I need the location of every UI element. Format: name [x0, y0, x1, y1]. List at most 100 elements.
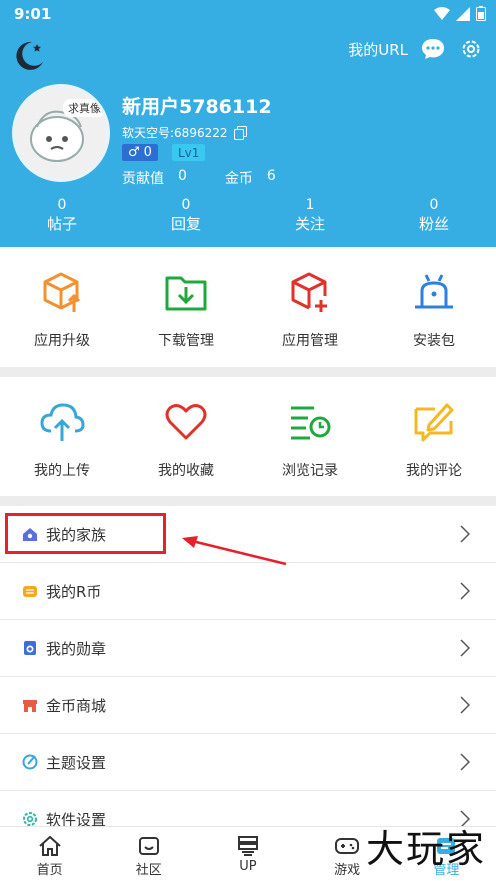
stat-num: 0	[181, 197, 191, 213]
android-icon	[410, 268, 458, 316]
settings-gear-icon[interactable]	[458, 36, 484, 62]
tab-up[interactable]: UP	[198, 827, 297, 881]
menu-label: 我的勋章	[46, 639, 107, 658]
menu-item-my-r-coin[interactable]: 我的R币	[0, 563, 496, 620]
grid-item-my-comments[interactable]: 我的评论	[372, 398, 496, 494]
coin-label: 金币	[224, 171, 253, 187]
grid-label: 我的评论	[406, 463, 462, 479]
contribution-value: 0	[178, 168, 187, 184]
battery-icon	[476, 6, 486, 21]
tab-label: 游戏	[334, 863, 361, 878]
medal-icon	[22, 640, 38, 656]
stat-following[interactable]: 1 关注	[248, 196, 372, 234]
stat-replies[interactable]: 0 回复	[124, 196, 248, 234]
soft-id-row: 软天空号:6896222	[122, 124, 247, 141]
section-divider	[0, 496, 496, 506]
grid-item-download-manager[interactable]: 下载管理	[124, 268, 248, 365]
community-icon	[138, 837, 159, 855]
grid-label: 应用管理	[282, 333, 338, 349]
male-icon: ♂	[128, 145, 140, 160]
coin-stack-icon	[22, 583, 38, 599]
tab-label: 社区	[135, 863, 162, 878]
stat-label: 帖子	[46, 215, 77, 233]
username: 新用户5786112	[122, 96, 272, 118]
grid-item-browse-history[interactable]: 浏览记录	[248, 398, 372, 494]
menu-label: 我的R币	[46, 582, 102, 601]
cloud-upload-icon	[38, 398, 86, 446]
soft-id: 软天空号:6896222	[122, 126, 228, 140]
status-time: 9:01	[14, 5, 52, 23]
copy-icon[interactable]	[233, 125, 247, 140]
level-badge: Lv1	[171, 144, 206, 161]
stat-fans[interactable]: 0 粉丝	[372, 196, 496, 234]
profile-header: 9:01 我的URL 求真像 新用户5786112 软天空号:6896222 ♂…	[0, 0, 496, 247]
personal-grid: 我的上传 我的收藏 浏览记录 我的评论	[0, 398, 496, 494]
grid-label: 我的上传	[34, 463, 90, 479]
tab-community[interactable]: 社区	[99, 827, 198, 881]
grid-item-my-uploads[interactable]: 我的上传	[0, 398, 124, 494]
stat-label: 粉丝	[418, 215, 449, 233]
avatar[interactable]: 求真像	[12, 84, 110, 182]
menu-label: 主题设置	[46, 753, 107, 772]
status-bar: 9:01	[0, 0, 496, 28]
message-icon[interactable]	[420, 36, 446, 62]
contribution-row: 贡献值 0 金币 6	[122, 168, 276, 188]
gear-icon	[22, 811, 38, 827]
tab-home[interactable]: 首页	[0, 827, 99, 881]
chevron-right-icon	[460, 696, 470, 714]
gender-count: 0	[143, 145, 152, 160]
watermark: 大玩家	[365, 827, 486, 871]
grid-item-app-manager[interactable]: 应用管理	[248, 268, 372, 365]
header-actions: 我的URL	[348, 36, 484, 62]
coin-value: 6	[266, 168, 276, 184]
stat-num: 0	[429, 197, 439, 213]
annotation-arrow-icon	[182, 536, 287, 566]
chevron-right-icon	[460, 525, 470, 543]
stat-label: 回复	[170, 215, 201, 233]
grid-label: 浏览记录	[282, 463, 338, 479]
palette-icon	[22, 754, 38, 770]
stat-posts[interactable]: 0 帖子	[0, 196, 124, 234]
grid-item-my-favorites[interactable]: 我的收藏	[124, 398, 248, 494]
grid-label: 我的收藏	[158, 463, 214, 479]
chevron-right-icon	[460, 582, 470, 600]
history-icon	[286, 398, 334, 446]
wifi-icon	[434, 6, 450, 20]
menu-label: 金币商城	[46, 696, 107, 715]
chevron-right-icon	[460, 639, 470, 657]
stat-num: 0	[57, 197, 67, 213]
chevron-right-icon	[460, 753, 470, 771]
heart-icon	[162, 398, 210, 446]
folder-download-icon	[162, 268, 210, 316]
stat-num: 1	[305, 197, 315, 213]
menu-item-theme-settings[interactable]: 主题设置	[0, 734, 496, 791]
grid-label: 应用升级	[34, 333, 90, 349]
stats-row: 0 帖子 0 回复 1 关注 0 粉丝	[0, 196, 496, 234]
highlight-box	[5, 513, 166, 554]
menu-item-coin-store[interactable]: 金币商城	[0, 677, 496, 734]
contribution-label: 贡献值	[122, 171, 164, 187]
box-upgrade-icon	[38, 268, 86, 316]
box-add-icon	[286, 268, 334, 316]
home-icon	[38, 835, 61, 856]
status-icons	[434, 6, 486, 21]
comment-edit-icon	[410, 398, 458, 446]
signal-icon	[456, 6, 470, 21]
night-mode-icon[interactable]	[12, 38, 46, 72]
grid-item-install-package[interactable]: 安装包	[372, 268, 496, 365]
avatar-tag: 求真像	[63, 99, 106, 117]
grid-label: 下载管理	[158, 333, 214, 349]
gamepad-icon	[335, 838, 360, 854]
tab-label: UP	[239, 859, 257, 874]
tab-label: 首页	[36, 863, 63, 878]
gender-badge: ♂ 0	[122, 144, 158, 161]
menu-item-my-medals[interactable]: 我的勋章	[0, 620, 496, 677]
my-url-link[interactable]: 我的URL	[348, 39, 408, 60]
upload-stack-icon	[237, 836, 258, 856]
badges: ♂ 0 Lv1	[122, 144, 206, 161]
grid-item-app-upgrade[interactable]: 应用升级	[0, 268, 124, 365]
section-divider	[0, 367, 496, 377]
grid-label: 安装包	[413, 333, 455, 349]
stat-label: 关注	[294, 215, 325, 233]
store-icon	[22, 697, 38, 713]
